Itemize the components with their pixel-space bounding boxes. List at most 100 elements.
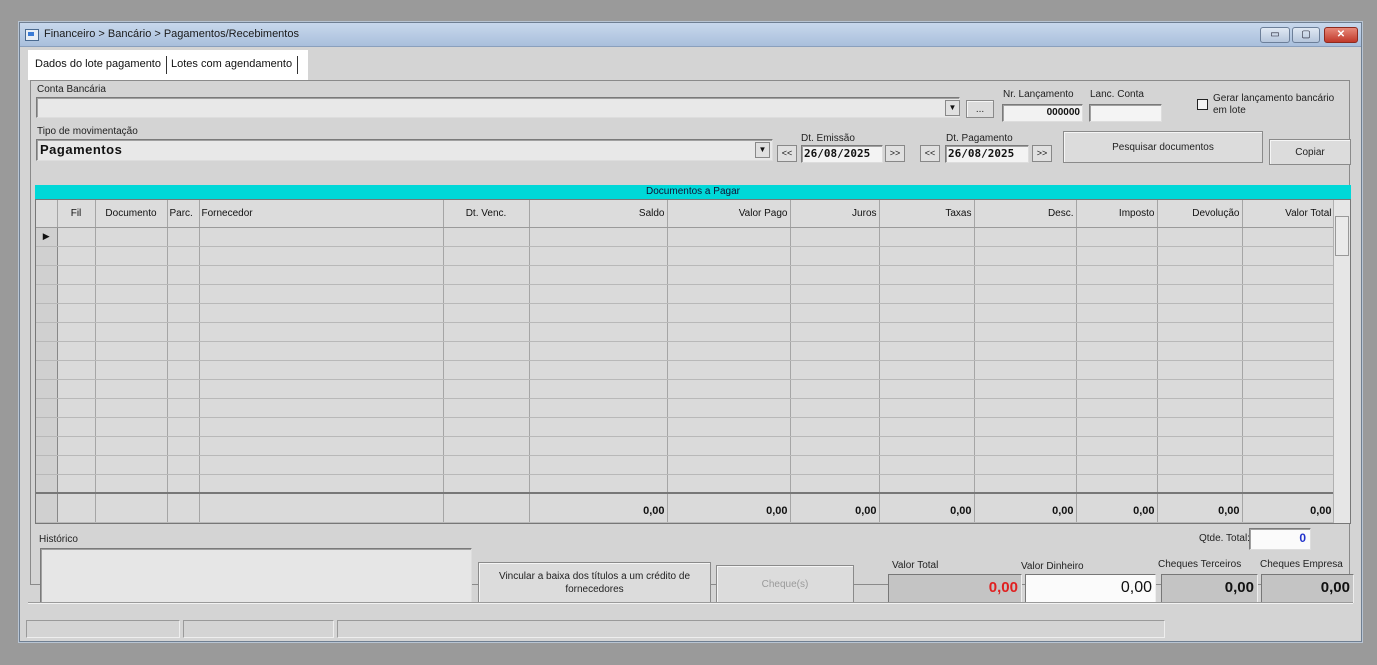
table-cell[interactable]: [167, 417, 200, 437]
table-row[interactable]: [36, 303, 1335, 323]
table-row[interactable]: [36, 417, 1335, 437]
table-cell[interactable]: [529, 417, 668, 437]
table-cell[interactable]: [57, 360, 96, 380]
valor-dinheiro-field[interactable]: 0,00: [1025, 574, 1156, 603]
table-cell[interactable]: [443, 379, 530, 399]
table-cell[interactable]: [667, 379, 791, 399]
table-cell[interactable]: [1076, 284, 1158, 304]
pagamento-next-button[interactable]: >>: [1032, 145, 1052, 162]
table-cell[interactable]: [57, 284, 96, 304]
table-cell[interactable]: [95, 379, 168, 399]
table-cell[interactable]: [199, 360, 444, 380]
table-cell[interactable]: [529, 341, 668, 361]
table-cell[interactable]: [57, 303, 96, 323]
table-cell[interactable]: [167, 398, 200, 418]
table-cell[interactable]: [167, 265, 200, 285]
grid-vertical-scrollbar[interactable]: [1333, 200, 1350, 523]
table-row[interactable]: [36, 265, 1335, 285]
table-cell[interactable]: [1242, 227, 1335, 247]
table-cell[interactable]: [667, 455, 791, 475]
table-cell[interactable]: [1157, 265, 1243, 285]
table-cell[interactable]: [167, 246, 200, 266]
historico-field[interactable]: [40, 548, 472, 604]
table-cell[interactable]: [199, 284, 444, 304]
table-cell[interactable]: [443, 398, 530, 418]
table-cell[interactable]: [667, 322, 791, 342]
table-cell[interactable]: [57, 322, 96, 342]
row-indicator[interactable]: [36, 474, 58, 494]
table-cell[interactable]: [1157, 360, 1243, 380]
table-row[interactable]: [36, 379, 1335, 399]
col-header-valor-pago[interactable]: Valor Pago: [667, 200, 791, 228]
table-cell[interactable]: [1157, 341, 1243, 361]
table-cell[interactable]: [443, 455, 530, 475]
row-indicator[interactable]: [36, 246, 58, 266]
table-cell[interactable]: [95, 265, 168, 285]
table-cell[interactable]: [667, 246, 791, 266]
table-cell[interactable]: [1157, 303, 1243, 323]
tab-lotes-agendamento[interactable]: Lotes com agendamento: [166, 56, 299, 74]
table-cell[interactable]: [790, 398, 880, 418]
table-cell[interactable]: [1242, 322, 1335, 342]
documents-grid[interactable]: Fil Documento Parc. Fornecedor Dt. Venc.…: [35, 199, 1351, 524]
table-cell[interactable]: [443, 436, 530, 456]
table-row[interactable]: [36, 474, 1335, 494]
table-cell[interactable]: [1242, 341, 1335, 361]
table-cell[interactable]: [1242, 436, 1335, 456]
table-row[interactable]: [36, 284, 1335, 304]
table-cell[interactable]: [974, 265, 1077, 285]
row-indicator[interactable]: [36, 284, 58, 304]
table-cell[interactable]: [57, 455, 96, 475]
col-header-fil[interactable]: Fil: [57, 200, 96, 228]
table-cell[interactable]: [529, 455, 668, 475]
table-cell[interactable]: [667, 474, 791, 494]
col-header-dt-venc[interactable]: Dt. Venc.: [443, 200, 530, 228]
table-cell[interactable]: [790, 227, 880, 247]
close-button[interactable]: ✕: [1324, 27, 1358, 43]
table-cell[interactable]: [1157, 379, 1243, 399]
table-cell[interactable]: [1076, 436, 1158, 456]
table-cell[interactable]: [1157, 284, 1243, 304]
table-cell[interactable]: [974, 436, 1077, 456]
table-cell[interactable]: [57, 265, 96, 285]
table-cell[interactable]: [1242, 246, 1335, 266]
table-cell[interactable]: [1157, 417, 1243, 437]
col-header-documento[interactable]: Documento: [95, 200, 168, 228]
row-indicator[interactable]: [36, 322, 58, 342]
table-cell[interactable]: [95, 455, 168, 475]
table-cell[interactable]: [1076, 303, 1158, 323]
table-cell[interactable]: [667, 398, 791, 418]
maximize-button[interactable]: ▢: [1292, 27, 1320, 43]
table-cell[interactable]: [1242, 379, 1335, 399]
table-cell[interactable]: [199, 265, 444, 285]
conta-ellipsis-button[interactable]: ...: [966, 100, 994, 118]
table-row[interactable]: [36, 322, 1335, 342]
emissao-prev-button[interactable]: <<: [777, 145, 797, 162]
dt-pagamento-field[interactable]: 26/08/2025: [945, 145, 1029, 163]
table-cell[interactable]: [790, 284, 880, 304]
row-indicator[interactable]: [36, 436, 58, 456]
row-indicator[interactable]: [36, 341, 58, 361]
table-cell[interactable]: [443, 303, 530, 323]
table-cell[interactable]: [443, 417, 530, 437]
table-cell[interactable]: [1157, 246, 1243, 266]
row-indicator[interactable]: [36, 379, 58, 399]
table-cell[interactable]: [974, 303, 1077, 323]
table-cell[interactable]: [974, 284, 1077, 304]
table-cell[interactable]: [95, 303, 168, 323]
table-cell[interactable]: [1076, 227, 1158, 247]
table-cell[interactable]: [199, 379, 444, 399]
pesquisar-documentos-button[interactable]: Pesquisar documentos: [1063, 131, 1263, 163]
copiar-button[interactable]: Copiar: [1269, 139, 1351, 165]
table-cell[interactable]: [95, 436, 168, 456]
table-cell[interactable]: [95, 246, 168, 266]
table-cell[interactable]: [1242, 303, 1335, 323]
table-cell[interactable]: [1076, 455, 1158, 475]
table-cell[interactable]: [1076, 322, 1158, 342]
table-cell[interactable]: [529, 436, 668, 456]
table-cell[interactable]: [667, 417, 791, 437]
table-cell[interactable]: [1157, 474, 1243, 494]
table-cell[interactable]: [879, 246, 975, 266]
table-cell[interactable]: [1157, 398, 1243, 418]
table-cell[interactable]: [790, 379, 880, 399]
